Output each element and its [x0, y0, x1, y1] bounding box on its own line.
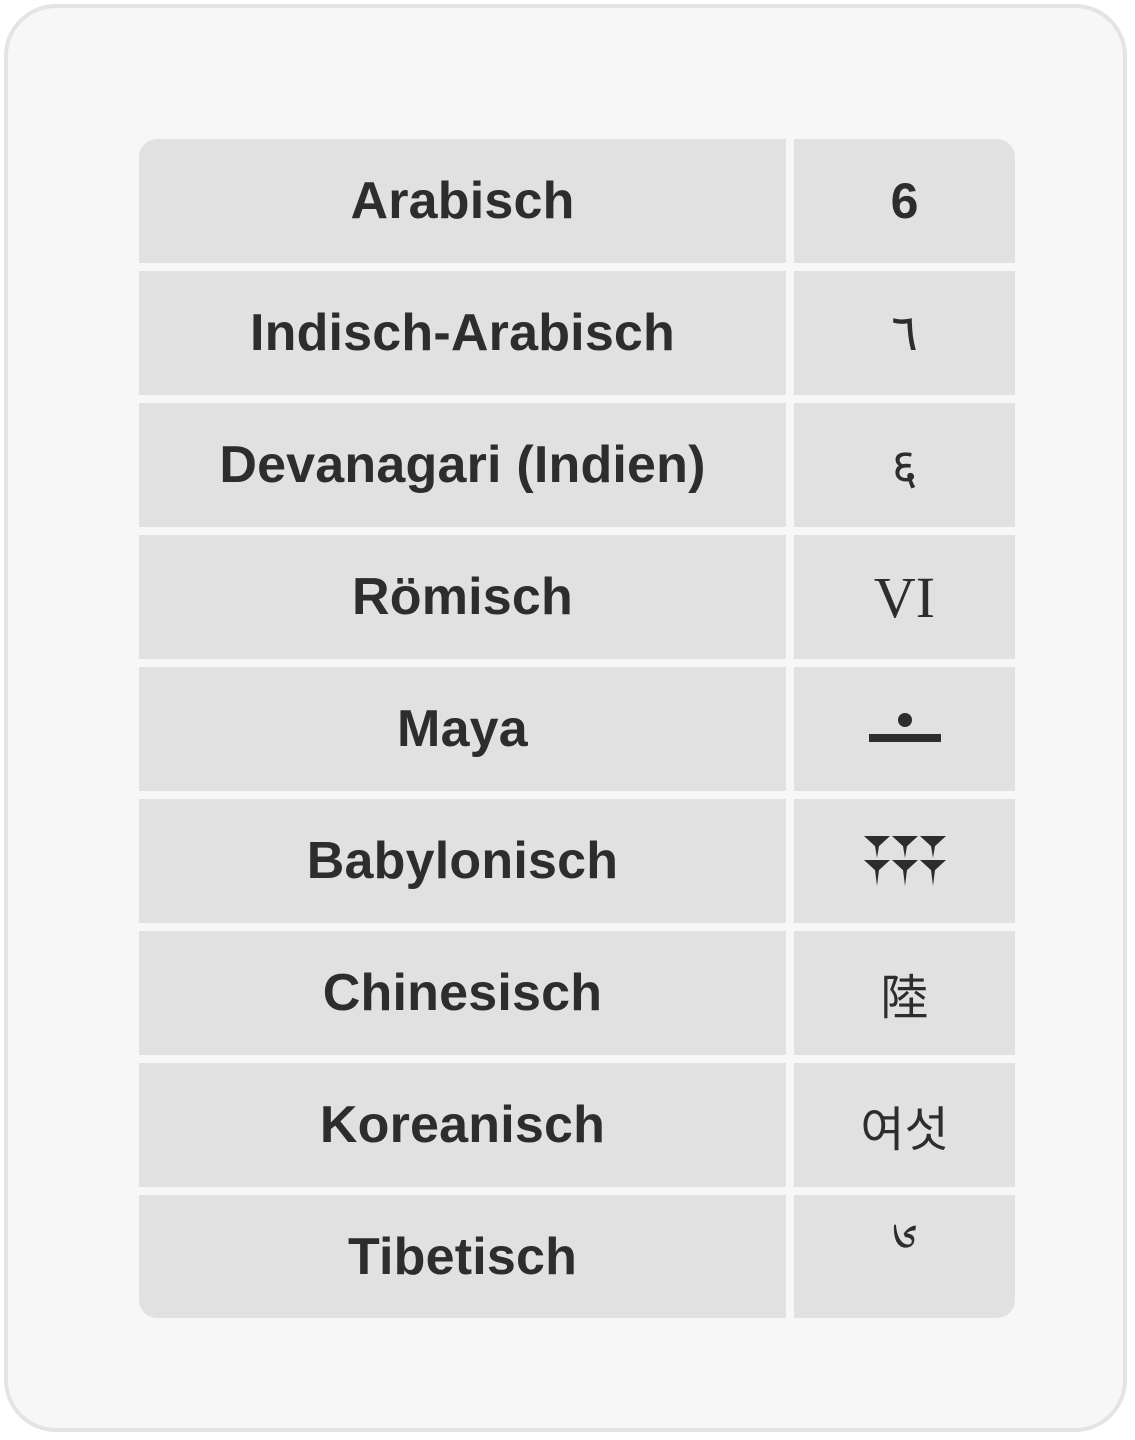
numeral-system-name: Maya — [139, 667, 786, 791]
numeral-six-symbol: VI — [794, 535, 1015, 659]
numeral-card: Arabisch 6 Indisch-Arabisch ٦ Devanagari… — [4, 4, 1127, 1432]
numeral-six-symbol: 陸 — [794, 931, 1015, 1055]
numeral-six-symbol: ٦ — [794, 271, 1015, 395]
numeral-system-name: Römisch — [139, 535, 786, 659]
numeral-system-name: Tibetisch — [139, 1195, 786, 1318]
babylonian-six-wedges-icon — [863, 836, 946, 886]
numeral-system-name: Indisch-Arabisch — [139, 271, 786, 395]
babylonian-six-wedges-icon — [794, 799, 1015, 923]
numeral-system-name: Arabisch — [139, 139, 786, 263]
numeral-system-name: Devanagari (Indien) — [139, 403, 786, 527]
maya-six-glyph-icon — [868, 713, 941, 742]
numeral-system-name: Babylonisch — [139, 799, 786, 923]
numeral-six-symbol: ६ — [794, 403, 1015, 527]
numeral-six-symbol: 6 — [794, 139, 1015, 263]
numeral-six-symbol: ༦ — [794, 1195, 1015, 1318]
maya-six-glyph-icon — [794, 667, 1015, 791]
numeral-system-name: Chinesisch — [139, 931, 786, 1055]
numeral-table: Arabisch 6 Indisch-Arabisch ٦ Devanagari… — [139, 139, 1015, 1318]
numeral-system-name: Koreanisch — [139, 1063, 786, 1187]
numeral-six-symbol: 여섯 — [794, 1063, 1015, 1187]
